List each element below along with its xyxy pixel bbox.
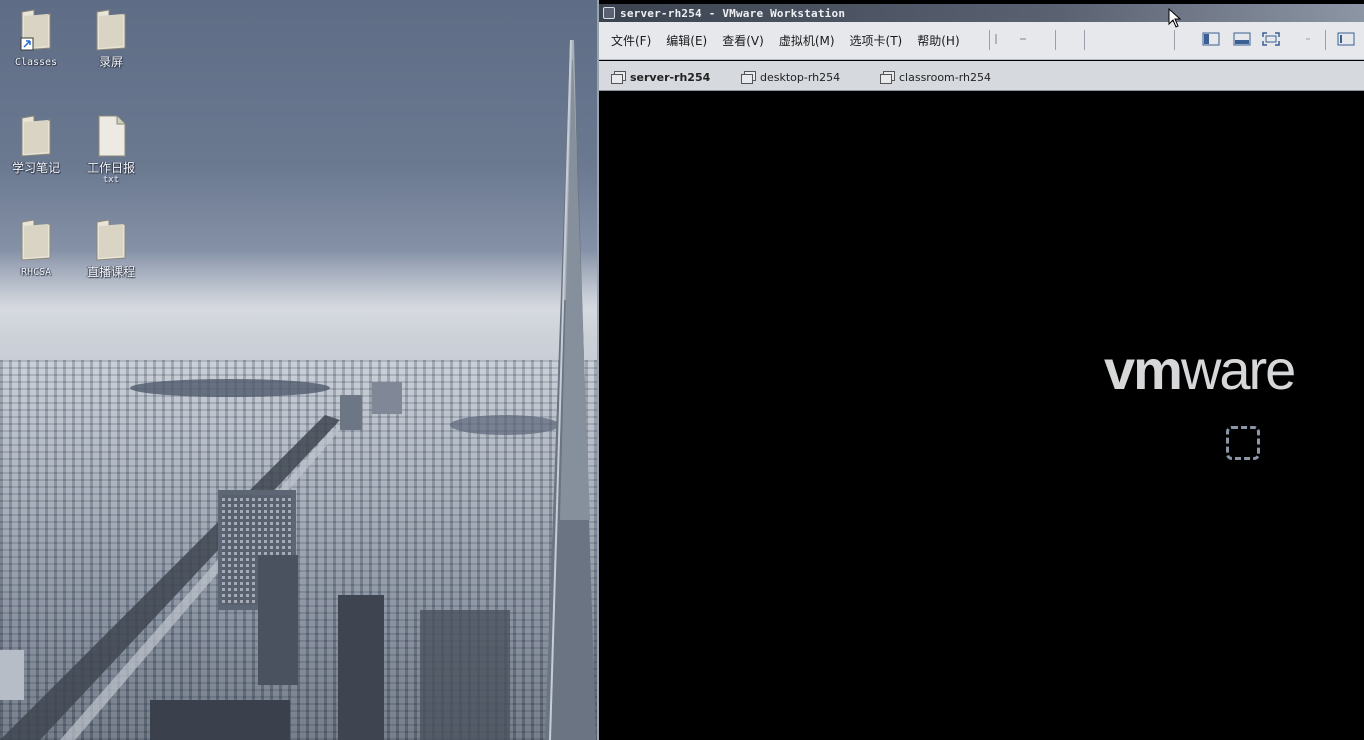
tab-desktop-rh254[interactable]: desktop-rh254 [741, 67, 840, 87]
tab-classroom-rh254[interactable]: classroom-rh254 [880, 67, 991, 87]
desktop-icon-label: 录屏 [98, 55, 123, 69]
menu-tabs[interactable]: 选项卡(T) [850, 32, 903, 49]
loading-spinner-icon [1226, 426, 1260, 460]
desktop-wallpaper [0, 0, 600, 740]
wallpaper-skyline [0, 39, 596, 740]
menu-view[interactable]: 查看(V) [722, 32, 764, 49]
vm-icon [611, 71, 626, 84]
menu-vm[interactable]: 虚拟机(M) [779, 32, 835, 49]
vm-icon [741, 71, 756, 84]
window-titlebar[interactable]: server-rh254 - VMware Workstation [599, 4, 1364, 22]
tab-server-rh254[interactable]: server-rh254 [611, 67, 710, 87]
library-view-icon[interactable] [1202, 31, 1220, 47]
desktop-icon-label: 学习笔记 [11, 161, 60, 175]
desktop-icon-study-notes[interactable]: 学习笔记 [0, 114, 72, 175]
window-title: server-rh254 - VMware Workstation [620, 6, 846, 20]
vm-icon [880, 71, 895, 84]
folder-icon [95, 218, 127, 262]
vm-console-screen[interactable]: vmware [599, 92, 1364, 740]
toolbar-button[interactable] [1015, 31, 1033, 47]
console-view-icon[interactable] [1337, 31, 1355, 47]
desktop-icon-recording[interactable]: 录屏 [75, 8, 147, 69]
desktop-icon-live-course[interactable]: 直播课程 [75, 218, 147, 279]
text-file-icon [95, 114, 127, 158]
tab-label: desktop-rh254 [760, 70, 841, 84]
vmware-logo-light: ware [1180, 338, 1296, 401]
vmware-app-icon [603, 7, 615, 19]
menu-help[interactable]: 帮助(H) [917, 32, 959, 49]
desktop-icon-label: RHCSA [20, 267, 52, 278]
menu-edit[interactable]: 编辑(E) [666, 32, 707, 49]
menu-file[interactable]: 文件(F) [611, 32, 651, 49]
unity-mode-icon[interactable] [1299, 31, 1317, 47]
folder-icon [95, 8, 127, 52]
desktop-icon-label: 直播课程 [86, 265, 135, 279]
vm-tab-bar: server-rh254 desktop-rh254 classroom-rh2… [599, 61, 1364, 91]
vmware-window: server-rh254 - VMware Workstation 文件(F) … [597, 0, 1364, 740]
desktop-icon-label: Classes [14, 57, 58, 68]
power-dropdown-button[interactable] [993, 31, 1011, 47]
desktop-icon-rhcsa[interactable]: RHCSA [0, 218, 72, 279]
desktop-icon-extension: txt [102, 175, 120, 185]
folder-icon [20, 218, 52, 262]
toolbar-separator [1084, 30, 1085, 50]
tab-label: classroom-rh254 [899, 70, 992, 84]
desktop-icon-label: 工作日报 [86, 161, 135, 175]
folder-shortcut-icon [20, 8, 52, 52]
toolbar-separator [989, 30, 990, 50]
vmware-logo-bold: vm [1104, 338, 1183, 401]
full-screen-icon[interactable] [1262, 31, 1280, 47]
vmware-logo: vmware [1104, 342, 1296, 398]
mouse-cursor-icon [1168, 7, 1182, 32]
toolbar-separator [1174, 30, 1175, 50]
toolbar-separator [1055, 30, 1056, 50]
tab-label: server-rh254 [630, 70, 711, 84]
thumbnail-bar-icon[interactable] [1233, 31, 1251, 47]
desktop-icon-work-daily[interactable]: 工作日报 txt [75, 114, 147, 185]
desktop-icon-classes[interactable]: Classes [0, 8, 72, 69]
folder-icon [20, 114, 52, 158]
toolbar-separator [1325, 30, 1326, 50]
